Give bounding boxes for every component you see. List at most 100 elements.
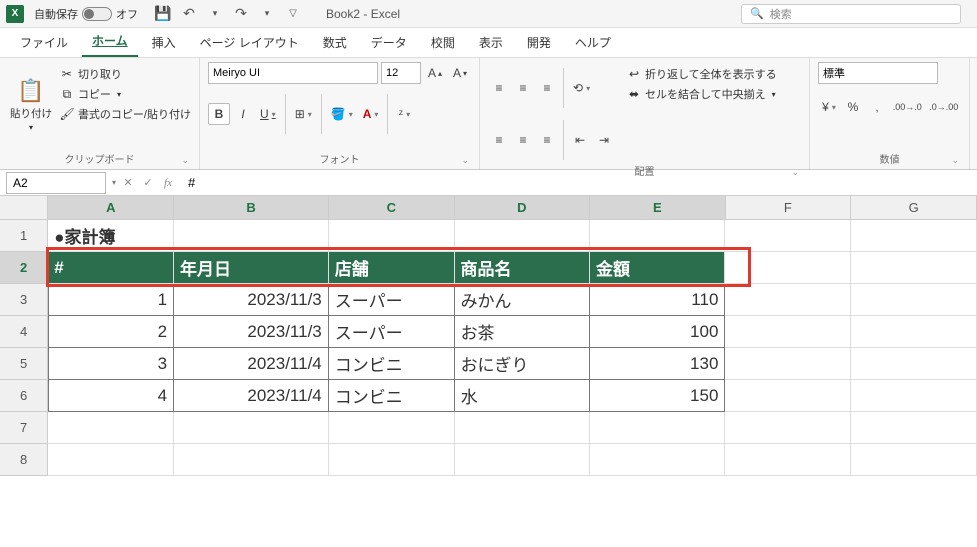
cell-b2[interactable]: 年月日 [174,252,329,284]
cell-e5[interactable]: 130 [590,348,725,380]
cell-a6[interactable]: 4 [48,380,174,412]
tab-help[interactable]: ヘルプ [565,28,621,57]
merge-center-button[interactable]: ⬌セルを結合して中央揃え▾ [627,86,777,102]
accounting-button[interactable]: ¥▾ [818,96,840,118]
cell-g2[interactable] [851,252,977,284]
cell-b1[interactable] [174,220,329,252]
enter-icon[interactable]: ✓ [140,176,156,189]
orientation-button[interactable]: ⟲▾ [569,77,594,99]
phonetic-button[interactable]: ᶻ▾ [393,103,415,125]
row-header-6[interactable]: 6 [0,380,48,412]
cell-d3[interactable]: みかん [455,284,590,316]
cell-b7[interactable] [174,412,329,444]
cell-g8[interactable] [851,444,977,476]
cell-g3[interactable] [851,284,977,316]
tab-formulas[interactable]: 数式 [313,28,357,57]
col-header-a[interactable]: A [48,196,174,220]
align-left-button[interactable]: ≡ [488,129,510,151]
cell-a1[interactable]: ●家計簿 [48,220,174,252]
paste-button[interactable]: 📋 貼り付け ▾ [8,62,54,148]
row-header-8[interactable]: 8 [0,444,48,476]
copy-button[interactable]: ⧉コピー▾ [60,86,191,102]
cell-b3[interactable]: 2023/11/3 [174,284,329,316]
underline-button[interactable]: U▾ [256,103,280,125]
wrap-text-button[interactable]: ↩折り返して全体を表示する [627,66,777,82]
cell-c8[interactable] [329,444,455,476]
undo-dropdown-icon[interactable]: ▾ [206,5,224,23]
cell-e6[interactable]: 150 [590,380,725,412]
tab-insert[interactable]: 挿入 [142,28,186,57]
format-painter-button[interactable]: 🖌書式のコピー/貼り付け [60,106,191,122]
tab-review[interactable]: 校閲 [421,28,465,57]
align-bottom-button[interactable]: ≡ [536,77,558,99]
search-input[interactable]: 🔍 検索 [741,4,961,24]
select-all-corner[interactable] [0,196,48,220]
cell-c4[interactable]: スーパー [329,316,455,348]
cell-g6[interactable] [851,380,977,412]
cell-f5[interactable] [725,348,851,380]
cell-a5[interactable]: 3 [48,348,174,380]
autosave-toggle[interactable]: 自動保存 オフ [34,6,138,22]
cell-b8[interactable] [174,444,329,476]
cut-button[interactable]: ✂切り取り [60,66,191,82]
cell-d2[interactable]: 商品名 [455,252,590,284]
cell-f7[interactable] [725,412,851,444]
borders-button[interactable]: ⊞▾ [291,103,316,125]
cell-e1[interactable] [590,220,725,252]
cell-b4[interactable]: 2023/11/3 [174,316,329,348]
align-top-button[interactable]: ≡ [488,77,510,99]
cell-c2[interactable]: 店舗 [329,252,455,284]
cell-a4[interactable]: 2 [48,316,174,348]
row-header-3[interactable]: 3 [0,284,48,316]
cell-e7[interactable] [590,412,725,444]
cell-e3[interactable]: 110 [590,284,725,316]
tab-file[interactable]: ファイル [10,28,78,57]
tab-view[interactable]: 表示 [469,28,513,57]
cell-f3[interactable] [725,284,851,316]
col-header-d[interactable]: D [455,196,590,220]
row-header-2[interactable]: 2 [0,252,48,284]
spreadsheet-grid[interactable]: A B C D E F G 1 ●家計簿 2 # 年月日 店舗 商品名 金額 3… [0,196,977,476]
increase-decimal-button[interactable]: .00→.0 [890,96,925,118]
row-header-4[interactable]: 4 [0,316,48,348]
cancel-icon[interactable]: ✕ [120,176,136,189]
cell-d8[interactable] [455,444,590,476]
toggle-off-icon[interactable] [82,7,112,21]
col-header-e[interactable]: E [590,196,725,220]
bold-button[interactable]: B [208,103,230,125]
row-header-7[interactable]: 7 [0,412,48,444]
cell-g4[interactable] [851,316,977,348]
cell-d6[interactable]: 水 [455,380,590,412]
cell-d1[interactable] [455,220,590,252]
cell-f2[interactable] [725,252,851,284]
percent-button[interactable]: % [842,96,864,118]
cell-c1[interactable] [329,220,455,252]
cell-a8[interactable] [48,444,174,476]
comma-button[interactable]: , [866,96,888,118]
save-icon[interactable]: 💾 [154,5,172,23]
cell-b6[interactable]: 2023/11/4 [174,380,329,412]
increase-indent-button[interactable]: ⇥ [593,129,615,151]
cell-e8[interactable] [590,444,725,476]
italic-button[interactable]: I [232,103,254,125]
increase-font-button[interactable]: A▴ [424,62,446,84]
decrease-indent-button[interactable]: ⇤ [569,129,591,151]
align-center-button[interactable]: ≡ [512,129,534,151]
tab-page-layout[interactable]: ページ レイアウト [190,28,309,57]
cell-f1[interactable] [725,220,851,252]
cell-c7[interactable] [329,412,455,444]
align-right-button[interactable]: ≡ [536,129,558,151]
row-header-5[interactable]: 5 [0,348,48,380]
col-header-c[interactable]: C [329,196,455,220]
cell-f8[interactable] [725,444,851,476]
cell-c3[interactable]: スーパー [329,284,455,316]
qat-customize-icon[interactable]: ▽ [284,5,302,23]
font-color-button[interactable]: A▾ [359,103,383,125]
col-header-g[interactable]: G [851,196,977,220]
row-header-1[interactable]: 1 [0,220,48,252]
tab-developer[interactable]: 開発 [517,28,561,57]
cell-a7[interactable] [48,412,174,444]
redo-dropdown-icon[interactable]: ▾ [258,5,276,23]
name-box[interactable] [6,172,106,194]
cell-d7[interactable] [455,412,590,444]
